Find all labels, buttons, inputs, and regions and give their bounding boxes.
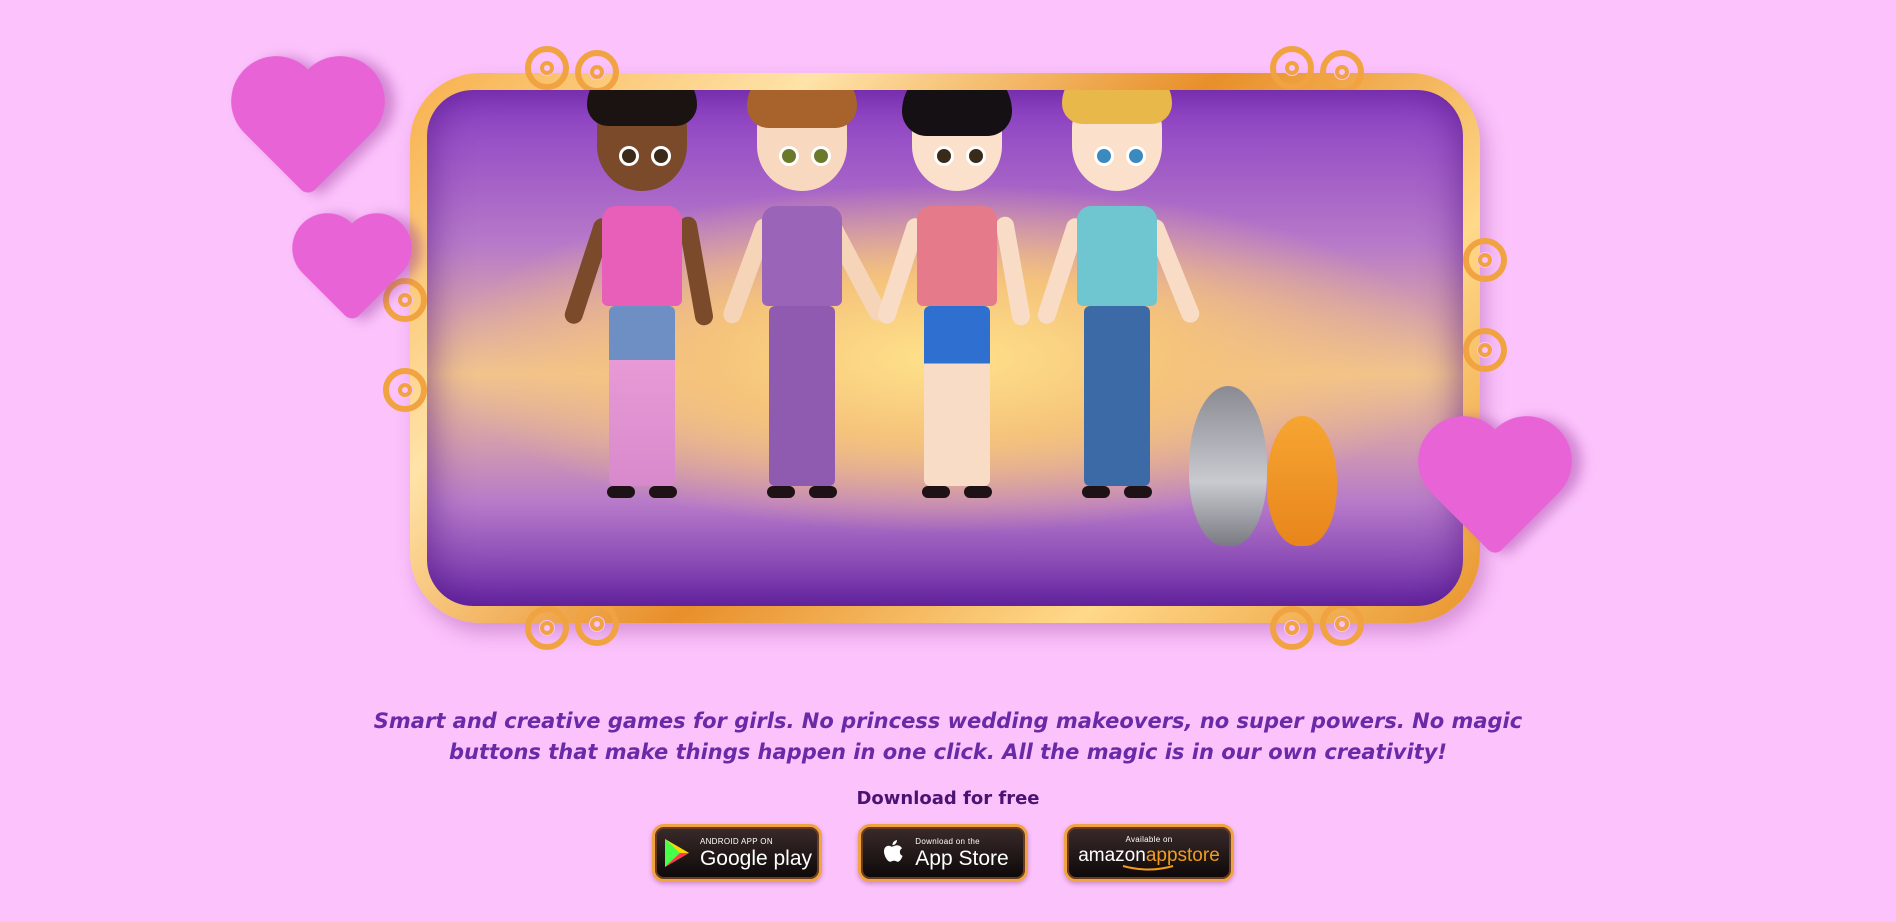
amazon-appstore-button[interactable]: Available on amazonappstore: [1064, 824, 1234, 882]
store-small-label: ANDROID APP ON: [699, 836, 773, 846]
frame-scroll-ornament: [575, 602, 619, 646]
frame-scroll-ornament: [383, 368, 427, 412]
app-store-button[interactable]: Download on the App Store: [858, 824, 1028, 882]
appstore-wordmark: appstore: [1145, 844, 1220, 866]
store-small-label: Download on the: [915, 836, 980, 846]
frame-scroll-ornament: [525, 46, 569, 90]
frame-scroll-ornament: [575, 50, 619, 94]
page: Smart and creative games for girls. No p…: [0, 0, 1896, 922]
store-big-label: Google play: [699, 846, 813, 870]
heart-decoration: [212, 37, 404, 197]
google-play-icon: [664, 839, 689, 867]
store-big-label: App Store: [915, 846, 1009, 870]
dog-figure: [1189, 386, 1267, 546]
hero-banner: [212, 37, 1591, 658]
character-girl-blonde-braids: [1035, 90, 1202, 536]
download-label: Download for free: [856, 788, 1040, 809]
amazon-wordmark: amazon: [1078, 844, 1146, 866]
character-girl-black-hair: [875, 90, 1032, 536]
store-buttons: ANDROID APP ON Google play Download on t…: [652, 824, 1234, 882]
frame-scroll-ornament: [1270, 46, 1314, 90]
google-play-button[interactable]: ANDROID APP ON Google play: [652, 824, 822, 882]
apple-icon: [884, 840, 903, 862]
frame-scroll-ornament: [1320, 50, 1364, 94]
hero-scene: [427, 90, 1463, 606]
cat-figure: [1267, 416, 1337, 546]
tagline: Smart and creative games for girls. No p…: [373, 709, 1523, 764]
frame-scroll-ornament: [1320, 602, 1364, 646]
store-small-label: Available on: [1125, 834, 1173, 844]
character-girl-curly-hair: [562, 90, 717, 536]
frame-scroll-ornament: [1463, 328, 1507, 372]
frame-scroll-ornament: [1270, 606, 1314, 650]
frame-scroll-ornament: [525, 606, 569, 650]
character-girl-ponytail: [720, 90, 890, 536]
frame-scroll-ornament: [1463, 238, 1507, 282]
amazon-smile-icon: [1122, 864, 1174, 870]
